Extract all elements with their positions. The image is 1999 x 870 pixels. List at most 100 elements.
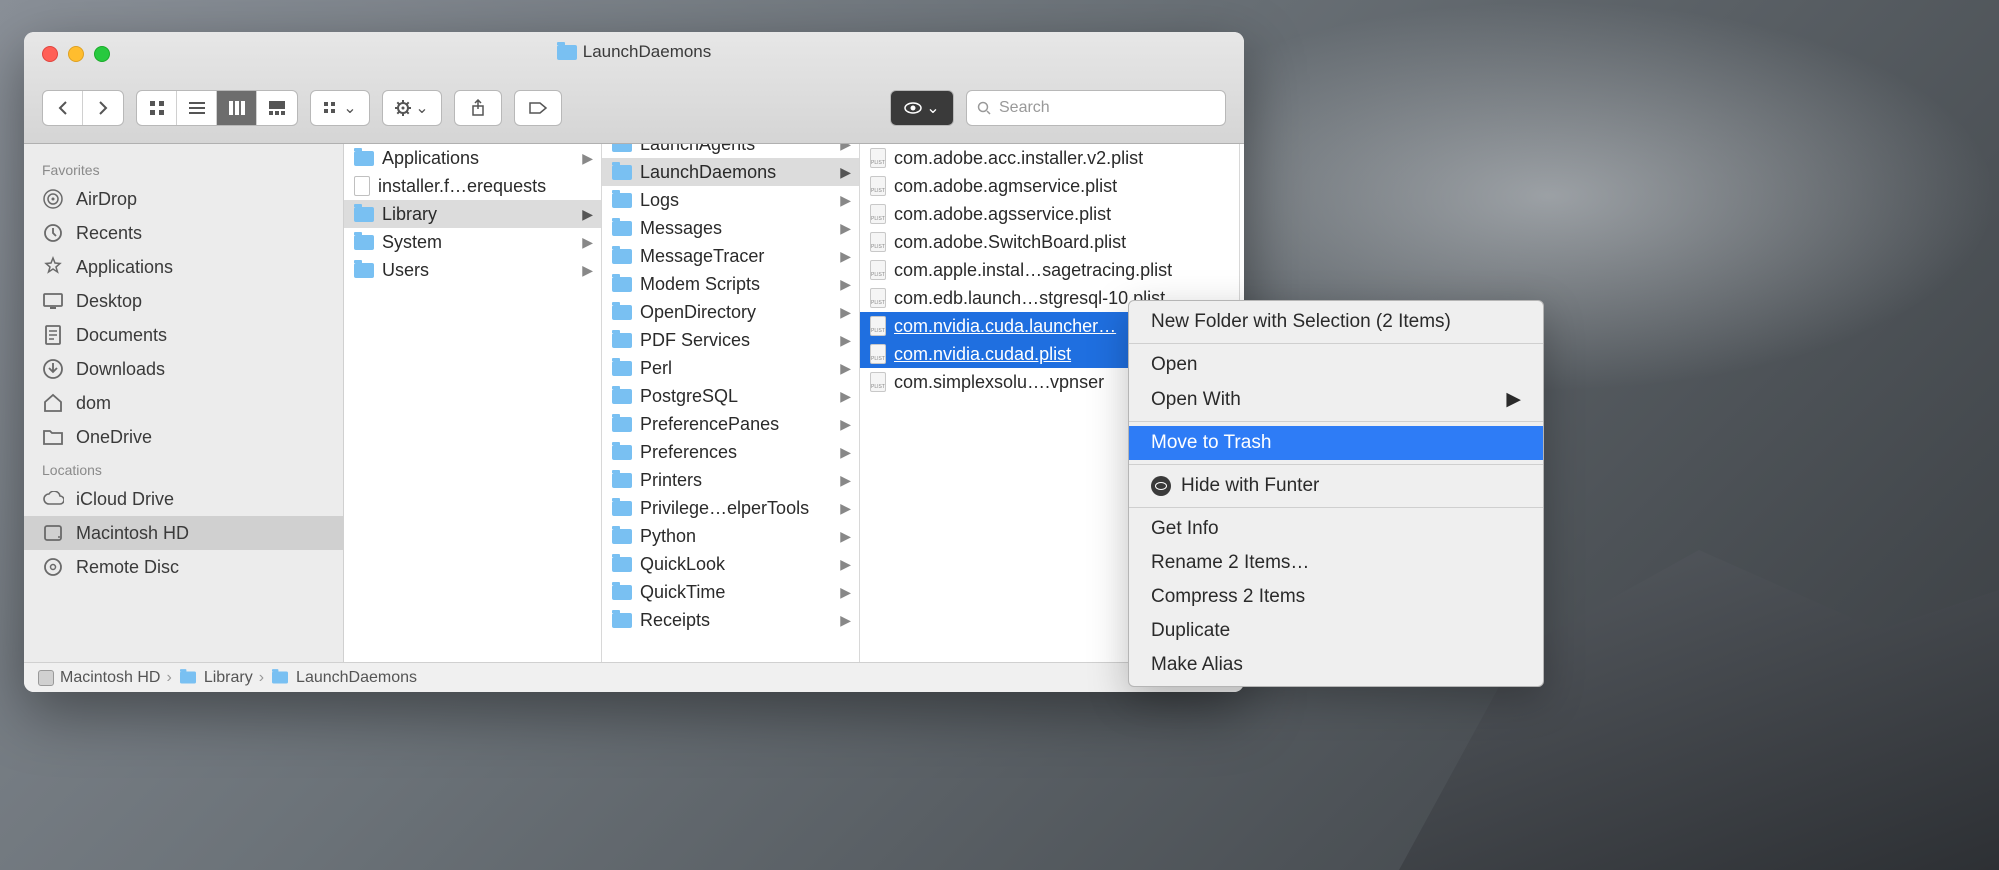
search-input[interactable]: Search: [966, 90, 1226, 126]
plist-icon: [870, 204, 886, 224]
list-item[interactable]: Preferences▶: [602, 438, 859, 466]
menu-item-open[interactable]: Open: [1129, 348, 1543, 382]
submenu-arrow-icon: ▶: [1506, 388, 1521, 411]
menu-item-label: Rename 2 Items…: [1151, 552, 1309, 574]
sidebar-item-documents[interactable]: Documents: [24, 318, 343, 352]
tags-button[interactable]: [514, 90, 562, 126]
file-icon: [354, 176, 370, 196]
path-segment[interactable]: Macintosh HD: [60, 669, 160, 687]
path-segment[interactable]: Library: [204, 669, 253, 687]
folder-icon: [612, 557, 632, 572]
folder-icon: [612, 361, 632, 376]
list-item-label: QuickTime: [640, 582, 725, 603]
context-menu: New Folder with Selection (2 Items) OpenO…: [1128, 300, 1544, 687]
sidebar-item-icloud-drive[interactable]: iCloud Drive: [24, 482, 343, 516]
menu-item-new-folder-with-selection-2-items[interactable]: New Folder with Selection (2 Items): [1129, 305, 1543, 339]
share-button[interactable]: [454, 90, 502, 126]
folder-icon: [354, 263, 374, 278]
path-segment[interactable]: LaunchDaemons: [296, 669, 417, 687]
arrange-button[interactable]: ⌄: [310, 90, 370, 126]
action-button[interactable]: ⌄: [382, 90, 442, 126]
titlebar: LaunchDaemons ⌄ ⌄ ⌄ Search: [24, 32, 1244, 144]
list-item[interactable]: Printers▶: [602, 466, 859, 494]
menu-item-compress-2-items[interactable]: Compress 2 Items: [1129, 580, 1543, 614]
menu-item-open-with[interactable]: Open With▶: [1129, 382, 1543, 417]
menu-item-rename-2-items[interactable]: Rename 2 Items…: [1129, 546, 1543, 580]
sidebar-item-remote-disc[interactable]: Remote Disc: [24, 550, 343, 584]
list-item[interactable]: Messages▶: [602, 214, 859, 242]
icon-view-button[interactable]: [137, 91, 177, 125]
plist-icon: [870, 260, 886, 280]
window-body: FavoritesAirDropRecentsApplicationsDeskt…: [24, 144, 1244, 662]
chevron-right-icon: ▶: [582, 234, 593, 251]
list-item[interactable]: com.apple.instal…sagetracing.plist: [860, 256, 1239, 284]
list-item-label: Printers: [640, 470, 702, 491]
sidebar-item-desktop[interactable]: Desktop: [24, 284, 343, 318]
list-item[interactable]: LaunchAgents▶: [602, 144, 859, 158]
back-button[interactable]: [43, 91, 83, 125]
gallery-view-button[interactable]: [257, 91, 297, 125]
chevron-right-icon: ▶: [840, 248, 851, 265]
sidebar-item-label: Recents: [76, 223, 142, 244]
chevron-right-icon: ▶: [840, 556, 851, 573]
list-item[interactable]: Library▶: [344, 200, 601, 228]
list-item[interactable]: Privilege…elperTools▶: [602, 494, 859, 522]
list-item[interactable]: QuickTime▶: [602, 578, 859, 606]
sidebar-item-recents[interactable]: Recents: [24, 216, 343, 250]
list-item[interactable]: com.adobe.agsservice.plist: [860, 200, 1239, 228]
menu-item-move-to-trash[interactable]: Move to Trash: [1129, 426, 1543, 460]
sidebar-item-onedrive[interactable]: OneDrive: [24, 420, 343, 454]
list-item[interactable]: Perl▶: [602, 354, 859, 382]
icloud-icon: [42, 488, 64, 510]
list-item[interactable]: QuickLook▶: [602, 550, 859, 578]
folder-icon: [180, 672, 196, 684]
funter-icon: [1151, 476, 1171, 496]
forward-button[interactable]: [83, 91, 123, 125]
chevron-right-icon: ▶: [840, 192, 851, 209]
sidebar-item-label: dom: [76, 393, 111, 414]
plist-icon: [870, 176, 886, 196]
list-item[interactable]: System▶: [344, 228, 601, 256]
list-item[interactable]: com.adobe.SwitchBoard.plist: [860, 228, 1239, 256]
folder-icon: [354, 207, 374, 222]
list-item[interactable]: Python▶: [602, 522, 859, 550]
sidebar-item-dom[interactable]: dom: [24, 386, 343, 420]
menu-item-get-info[interactable]: Get Info: [1129, 512, 1543, 546]
list-item[interactable]: Modem Scripts▶: [602, 270, 859, 298]
menu-item-label: Compress 2 Items: [1151, 586, 1305, 608]
folder-icon: [42, 426, 64, 448]
list-item[interactable]: PDF Services▶: [602, 326, 859, 354]
hd-icon: [42, 522, 64, 544]
downloads-icon: [42, 358, 64, 380]
list-item-label: com.nvidia.cuda.launcher…: [894, 316, 1116, 337]
sidebar-item-airdrop[interactable]: AirDrop: [24, 182, 343, 216]
menu-item-duplicate[interactable]: Duplicate: [1129, 614, 1543, 648]
list-view-button[interactable]: [177, 91, 217, 125]
menu-item-make-alias[interactable]: Make Alias: [1129, 648, 1543, 682]
list-item[interactable]: MessageTracer▶: [602, 242, 859, 270]
sidebar: FavoritesAirDropRecentsApplicationsDeskt…: [24, 144, 344, 662]
sidebar-item-applications[interactable]: Applications: [24, 250, 343, 284]
sidebar-item-macintosh-hd[interactable]: Macintosh HD: [24, 516, 343, 550]
list-item[interactable]: Applications▶: [344, 144, 601, 172]
list-item[interactable]: PostgreSQL▶: [602, 382, 859, 410]
chevron-right-icon: ▶: [840, 444, 851, 461]
apps-icon: [42, 256, 64, 278]
list-item[interactable]: com.adobe.agmservice.plist: [860, 172, 1239, 200]
list-item[interactable]: Users▶: [344, 256, 601, 284]
sidebar-item-downloads[interactable]: Downloads: [24, 352, 343, 386]
list-item[interactable]: Logs▶: [602, 186, 859, 214]
column-view-button[interactable]: [217, 91, 257, 125]
funter-toolbar-button[interactable]: ⌄: [890, 90, 954, 126]
menu-item-hide-with-funter[interactable]: Hide with Funter: [1129, 469, 1543, 503]
list-item-label: com.adobe.agmservice.plist: [894, 176, 1117, 197]
list-item[interactable]: OpenDirectory▶: [602, 298, 859, 326]
search-placeholder: Search: [999, 99, 1050, 117]
folder-icon: [612, 249, 632, 264]
list-item[interactable]: com.adobe.acc.installer.v2.plist: [860, 144, 1239, 172]
list-item[interactable]: PreferencePanes▶: [602, 410, 859, 438]
list-item[interactable]: Receipts▶: [602, 606, 859, 634]
sidebar-item-label: Desktop: [76, 291, 142, 312]
list-item[interactable]: installer.f…erequests: [344, 172, 601, 200]
list-item[interactable]: LaunchDaemons▶: [602, 158, 859, 186]
